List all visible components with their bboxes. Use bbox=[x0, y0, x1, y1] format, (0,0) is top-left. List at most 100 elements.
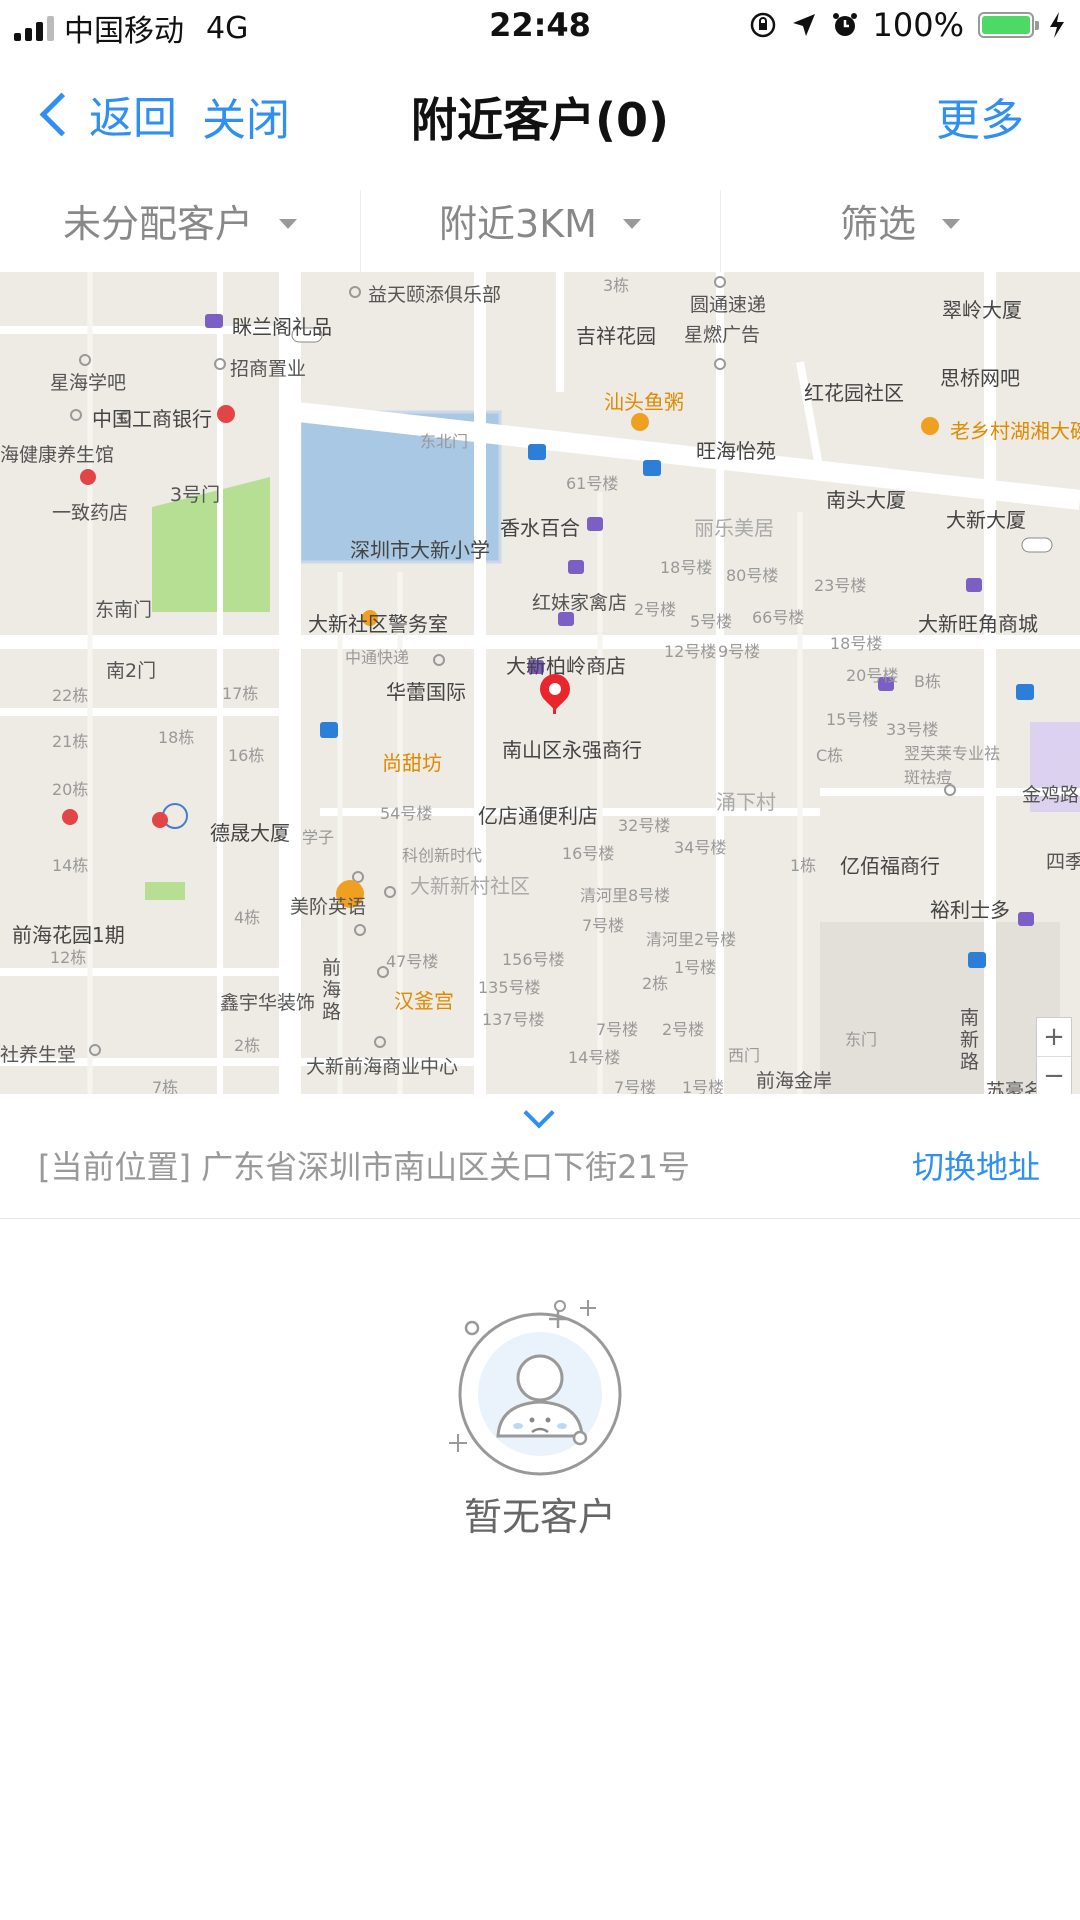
map-label: 南2门 bbox=[106, 660, 157, 682]
map-label: 老乡村湖湘大碗 bbox=[950, 419, 1080, 443]
filter-distance[interactable]: 附近3KM bbox=[360, 168, 720, 272]
building-label: 20栋 bbox=[52, 780, 89, 799]
map-label: 德晟大厦 bbox=[210, 821, 290, 845]
map-label: 裕利士多 bbox=[930, 898, 1010, 922]
map-label: 3号门 bbox=[170, 484, 221, 506]
map-label: 翌芙莱专业祛斑祛痘 bbox=[904, 744, 1001, 787]
building-label: 21栋 bbox=[52, 732, 89, 751]
building-label: 9号楼 bbox=[718, 642, 761, 661]
building-label: 22栋 bbox=[52, 686, 89, 705]
switch-address-button[interactable]: 切换地址 bbox=[912, 1142, 1040, 1188]
building-label: 2号楼 bbox=[634, 600, 677, 619]
map-label: 汕头鱼粥 bbox=[604, 390, 684, 414]
zoom-in-button[interactable]: + bbox=[1037, 1018, 1071, 1056]
map-label: 大新大厦 bbox=[946, 508, 1026, 532]
building-label: 1栋 bbox=[790, 856, 817, 875]
zoom-out-button[interactable]: − bbox=[1037, 1056, 1071, 1094]
map-label: 翠岭大厦 bbox=[942, 298, 1022, 322]
map-label: 大新柏岭商店 bbox=[506, 654, 626, 678]
building-label: C栋 bbox=[816, 746, 844, 765]
map-view[interactable]: 益天颐添俱乐部 圆通速递 翠岭大厦 眯兰阁礼品 吉祥花园 星燃广告 招商置业 红… bbox=[0, 272, 1080, 1094]
map-label: 红花园社区 bbox=[804, 381, 904, 405]
map-label: 南头大厦 bbox=[826, 488, 906, 512]
map-label: 思桥网吧 bbox=[940, 366, 1020, 390]
empty-state-text: 暂无客户 bbox=[463, 1495, 616, 1539]
map-label: 一致药店 bbox=[52, 502, 129, 524]
building-label: 学子 bbox=[302, 828, 335, 847]
filter-label: 未分配客户 bbox=[62, 201, 253, 246]
building-label: 清河里2号楼 bbox=[646, 930, 737, 949]
current-location-text: [当前位置] 广东省深圳市南山区关口下街21号 bbox=[38, 1148, 690, 1186]
building-label: 66号楼 bbox=[752, 608, 805, 627]
map-label: 东南门 bbox=[95, 599, 153, 621]
building-label: 12号楼 bbox=[664, 642, 717, 661]
battery-percent: 100% bbox=[872, 6, 964, 44]
building-label: 7号楼 bbox=[596, 1020, 639, 1039]
building-label: 16号楼 bbox=[562, 844, 615, 863]
map-label: 海健康养生馆 bbox=[0, 444, 115, 466]
map-label: 亿佰福商行 bbox=[840, 854, 940, 878]
map-label: 东门 bbox=[845, 1030, 878, 1049]
orientation-lock-icon bbox=[750, 12, 775, 38]
building-label: 7栋 bbox=[152, 1078, 179, 1094]
filter-options[interactable]: 筛选 bbox=[720, 168, 1080, 272]
empty-customer-icon bbox=[449, 1300, 622, 1476]
map-label: 科创新时代 bbox=[402, 846, 483, 865]
map-label: 西门 bbox=[728, 1046, 761, 1065]
map-label: 旺海怡苑 bbox=[696, 439, 776, 463]
building-label: 2栋 bbox=[642, 974, 669, 993]
caret-down-icon bbox=[622, 219, 641, 229]
alarm-icon bbox=[832, 13, 857, 36]
building-label: 清河里8号楼 bbox=[580, 886, 671, 905]
map-label: 大新旺角商城 bbox=[918, 612, 1038, 636]
battery-icon bbox=[978, 12, 1039, 38]
filter-label: 附近3KM bbox=[439, 201, 597, 246]
building-label: 4栋 bbox=[234, 908, 261, 927]
caret-down-icon bbox=[942, 219, 960, 229]
building-label: B栋 bbox=[914, 672, 941, 691]
map-label: 鑫宇华装饰 bbox=[220, 992, 316, 1014]
building-label: 47号楼 bbox=[386, 952, 439, 971]
filter-customer-type[interactable]: 未分配客户 bbox=[0, 168, 360, 272]
map-label: 金鸡路 bbox=[1022, 784, 1080, 806]
map-label: 益天颐添俱乐部 bbox=[368, 284, 502, 306]
location-pin-stem bbox=[553, 700, 556, 714]
map-label: 尚甜坊 bbox=[382, 751, 442, 775]
status-bar: 中国移动 4G 22:48 100% bbox=[0, 0, 1080, 56]
location-arrow-icon bbox=[792, 14, 815, 36]
collapse-chevron-icon[interactable] bbox=[523, 1097, 555, 1129]
building-label: 2号楼 bbox=[662, 1020, 705, 1039]
building-label: 34号楼 bbox=[674, 838, 727, 857]
more-button[interactable]: 更多 bbox=[936, 84, 1024, 148]
location-bar: [当前位置] 广东省深圳市南山区关口下街21号 切换地址 bbox=[0, 1094, 1080, 1219]
building-label: 16栋 bbox=[228, 746, 265, 765]
charging-bolt-icon bbox=[1050, 12, 1064, 38]
building-label: 18号楼 bbox=[660, 558, 713, 577]
building-label: 14号楼 bbox=[568, 1048, 621, 1067]
building-label: 1号楼 bbox=[674, 958, 717, 977]
building-label: 5号楼 bbox=[690, 612, 733, 631]
building-label: 2栋 bbox=[234, 1036, 261, 1055]
filter-bar: 未分配客户 附近3KM 筛选 bbox=[0, 168, 1080, 272]
map-label: 华蕾国际 bbox=[386, 680, 466, 704]
map-label: 61号楼 bbox=[566, 474, 619, 493]
map-label: 汉釜宫 bbox=[394, 989, 454, 1013]
building-label: 20号楼 bbox=[846, 666, 899, 685]
map-label: 星燃广告 bbox=[684, 324, 761, 346]
building-label: 15号楼 bbox=[826, 710, 879, 729]
building-label: 54号楼 bbox=[380, 804, 433, 823]
map-label: 眯兰阁礼品 bbox=[232, 315, 332, 339]
map-label: 美阶英语 bbox=[290, 896, 367, 918]
map-label: 东北门 bbox=[420, 432, 469, 451]
map-label: 亿店通便利店 bbox=[478, 804, 598, 828]
building-label: 23号楼 bbox=[814, 576, 867, 595]
map-label: 涌下村 bbox=[716, 790, 776, 814]
map-label: 四季 bbox=[1046, 851, 1080, 873]
map-label: 前海金岸 bbox=[756, 1070, 833, 1092]
building-label: 3栋 bbox=[603, 276, 630, 295]
status-right: 100% bbox=[749, 6, 1066, 44]
map-label: 南新路 bbox=[960, 1007, 980, 1073]
map-label: 香水百合 bbox=[500, 516, 580, 540]
building-label: 18号楼 bbox=[830, 634, 883, 653]
building-label: 7号楼 bbox=[582, 916, 625, 935]
